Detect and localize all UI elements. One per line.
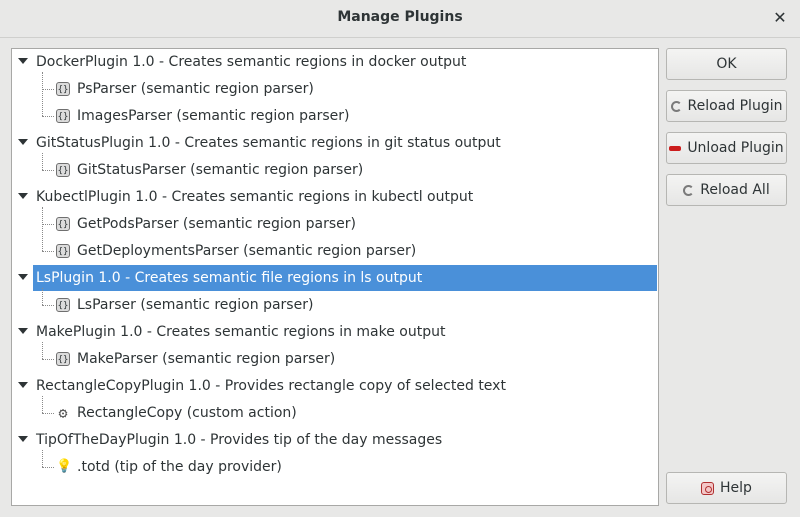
parser-icon: {}	[56, 163, 70, 177]
window-title: Manage Plugins	[337, 9, 463, 25]
tree-row-component[interactable]: ⚙ RectangleCopy (custom action)	[12, 400, 658, 427]
reload-plugin-label: Reload Plugin	[687, 98, 783, 114]
tree-row-plugin[interactable]: RectangleCopyPlugin 1.0 - Provides recta…	[12, 373, 658, 400]
plugin-label: GitStatusPlugin 1.0 - Creates semantic r…	[36, 135, 501, 151]
help-button[interactable]: Help	[666, 472, 787, 504]
expander-triangle-icon[interactable]	[18, 58, 28, 64]
component-label: PsParser (semantic region parser)	[77, 81, 314, 97]
component-label: GetDeploymentsParser (semantic region pa…	[77, 243, 417, 259]
tree-branch-line	[42, 413, 54, 414]
plugin-label: RectangleCopyPlugin 1.0 - Provides recta…	[36, 378, 506, 394]
tree-branch-line	[42, 89, 54, 90]
plugin-label: KubectlPlugin 1.0 - Creates semantic reg…	[36, 189, 474, 205]
expander-triangle-icon[interactable]	[18, 274, 28, 280]
expander-triangle-icon[interactable]	[18, 139, 28, 145]
unload-icon	[669, 145, 682, 151]
component-label: RectangleCopy (custom action)	[77, 405, 297, 421]
help-icon	[701, 481, 715, 495]
plugin-label: TipOfTheDayPlugin 1.0 - Provides tip of …	[36, 432, 443, 448]
component-label: GitStatusParser (semantic region parser)	[77, 162, 364, 178]
plugin-label: MakePlugin 1.0 - Creates semantic region…	[36, 324, 446, 340]
component-label: .totd (tip of the day provider)	[77, 459, 282, 475]
reload-all-icon	[683, 184, 695, 196]
tree-row-plugin[interactable]: MakePlugin 1.0 - Creates semantic region…	[12, 319, 658, 346]
expander-triangle-icon[interactable]	[18, 328, 28, 334]
tree-row-plugin[interactable]: TipOfTheDayPlugin 1.0 - Provides tip of …	[12, 427, 658, 454]
tree-row-component[interactable]: 💡 .totd (tip of the day provider)	[12, 454, 658, 481]
component-label: MakeParser (semantic region parser)	[77, 351, 336, 367]
tree-row-component[interactable]: {} GetDeploymentsParser (semantic region …	[12, 238, 658, 265]
title-bar: Manage Plugins ✕	[0, 0, 800, 38]
tree-row-component[interactable]: {} PsParser (semantic region parser)	[12, 76, 658, 103]
tree-row-plugin[interactable]: GitStatusPlugin 1.0 - Creates semantic r…	[12, 130, 658, 157]
tree-branch-line	[42, 251, 54, 252]
tree-row-component[interactable]: {} ImagesParser (semantic region parser)	[12, 103, 658, 130]
parser-icon: {}	[56, 109, 70, 123]
reload-all-button[interactable]: Reload All	[666, 174, 787, 206]
ok-button-label: OK	[716, 56, 737, 72]
plugin-label: LsPlugin 1.0 - Creates semantic file reg…	[36, 270, 423, 286]
parser-icon: {}	[56, 217, 70, 231]
expander-triangle-icon[interactable]	[18, 193, 28, 199]
tree-branch-line	[42, 467, 54, 468]
component-label: GetPodsParser (semantic region parser)	[77, 216, 356, 232]
parser-icon: {}	[56, 298, 70, 312]
unload-plugin-label: Unload Plugin	[687, 140, 784, 156]
tree-row-plugin[interactable]: KubectlPlugin 1.0 - Creates semantic reg…	[12, 184, 658, 211]
parser-icon: {}	[56, 244, 70, 258]
close-icon[interactable]: ✕	[770, 8, 790, 28]
unload-plugin-button[interactable]: Unload Plugin	[666, 132, 787, 164]
tree-row-component[interactable]: {} LsParser (semantic region parser)	[12, 292, 658, 319]
ok-button[interactable]: OK	[666, 48, 787, 80]
tree-row-component[interactable]: {} GitStatusParser (semantic region parse…	[12, 157, 658, 184]
tree-row-component[interactable]: {} MakeParser (semantic region parser)	[12, 346, 658, 373]
parser-icon: {}	[56, 82, 70, 96]
tree-branch-line	[42, 116, 54, 117]
component-label: LsParser (semantic region parser)	[77, 297, 314, 313]
expander-triangle-icon[interactable]	[18, 382, 28, 388]
component-label: ImagesParser (semantic region parser)	[77, 108, 350, 124]
tree-row-component[interactable]: {} GetPodsParser (semantic region parser)	[12, 211, 658, 238]
action-icon: ⚙	[58, 404, 68, 422]
plugin-tree[interactable]: DockerPlugin 1.0 - Creates semantic regi…	[11, 48, 659, 506]
tree-row-plugin[interactable]: LsPlugin 1.0 - Creates semantic file reg…	[12, 265, 658, 292]
tree-branch-line	[42, 224, 54, 225]
reload-plugin-button[interactable]: Reload Plugin	[666, 90, 787, 122]
plugin-label: DockerPlugin 1.0 - Creates semantic regi…	[36, 54, 467, 70]
tree-branch-line	[42, 170, 54, 171]
expander-triangle-icon[interactable]	[18, 436, 28, 442]
parser-icon: {}	[56, 352, 70, 366]
tree-branch-line	[42, 305, 54, 306]
reload-all-label: Reload All	[700, 182, 770, 198]
help-label: Help	[720, 480, 752, 496]
lightbulb-icon: 💡	[56, 459, 73, 474]
tree-branch-line	[42, 359, 54, 360]
tree-row-plugin[interactable]: DockerPlugin 1.0 - Creates semantic regi…	[12, 49, 658, 76]
reload-icon	[670, 100, 682, 112]
